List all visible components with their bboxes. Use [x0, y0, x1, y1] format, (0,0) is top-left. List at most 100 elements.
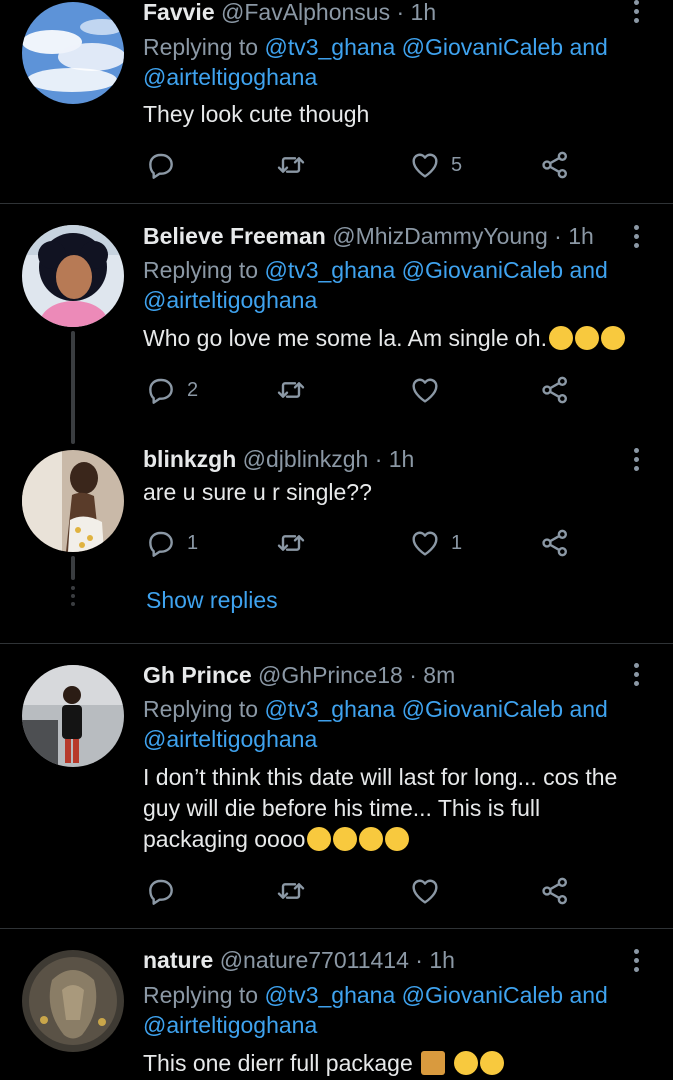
handle[interactable]: @FavAlphonsus — [221, 0, 390, 25]
timestamp[interactable]: · 8m — [409, 662, 455, 688]
tweet-text: Who go love me some la. Am single oh. — [143, 323, 653, 354]
avatar[interactable] — [22, 450, 124, 552]
reply-button[interactable] — [145, 145, 177, 185]
share-button[interactable] — [539, 871, 571, 911]
reply-button[interactable]: 1 — [145, 523, 198, 563]
like-button[interactable] — [409, 871, 441, 911]
like-count: 5 — [451, 153, 463, 176]
thread-line — [71, 556, 75, 580]
mention-link[interactable]: @GiovaniCaleb — [402, 34, 563, 60]
divider — [0, 203, 673, 204]
more-icon[interactable] — [626, 663, 646, 693]
handle[interactable]: @MhizDammyYoung — [332, 223, 548, 249]
retweet-button[interactable] — [275, 523, 307, 563]
divider — [0, 928, 673, 929]
rofl-emoji-icon — [359, 827, 384, 851]
display-name[interactable]: blinkzgh — [143, 446, 236, 472]
mention-link[interactable]: @GiovaniCaleb — [402, 982, 563, 1008]
rofl-emoji-icon — [307, 827, 332, 851]
like-count: 1 — [451, 531, 463, 554]
reply-count: 2 — [187, 378, 199, 401]
retweet-icon — [277, 157, 305, 173]
share-icon — [542, 529, 567, 557]
more-icon[interactable] — [626, 949, 646, 979]
joy-emoji-icon — [385, 827, 410, 851]
like-icon — [412, 378, 438, 403]
share-button[interactable] — [539, 523, 571, 563]
replying-to: Replying to @tv3_ghana @GiovaniCaleb and… — [143, 34, 608, 90]
thinking-emoji-icon — [548, 326, 573, 350]
tweet-text: This one dierr full package — [143, 1048, 653, 1079]
tweet-text: I don’t think this date will last for lo… — [143, 764, 618, 852]
timestamp[interactable]: · 1h — [397, 0, 437, 25]
timestamp[interactable]: · 1h — [554, 223, 594, 249]
tweet-header: blinkzgh @djblinkzgh · 1h — [143, 444, 414, 474]
reply-button[interactable] — [145, 871, 177, 911]
like-icon — [412, 531, 438, 556]
avatar[interactable] — [22, 665, 124, 767]
mention-link[interactable]: @tv3_ghana — [264, 34, 395, 60]
like-button[interactable]: 1 — [409, 523, 462, 563]
reply-icon — [149, 378, 173, 404]
replying-to: Replying to @tv3_ghana @GiovaniCaleb and… — [143, 257, 608, 313]
avatar[interactable] — [22, 225, 124, 327]
display-name[interactable]: Favvie — [143, 0, 215, 25]
retweet-button[interactable] — [275, 370, 307, 410]
share-icon — [542, 877, 567, 905]
replying-to: Replying to @tv3_ghana @GiovaniCaleb and… — [143, 696, 608, 752]
like-button[interactable] — [409, 370, 441, 410]
mention-link[interactable]: @GiovaniCaleb — [402, 696, 563, 722]
handle[interactable]: @djblinkzgh — [243, 446, 369, 472]
mention-link[interactable]: @GiovaniCaleb — [402, 257, 563, 283]
mention-link[interactable]: @airteltigoghana — [143, 726, 317, 752]
retweet-icon — [277, 535, 305, 551]
reply-icon — [149, 879, 173, 905]
reply-button[interactable]: 2 — [145, 370, 198, 410]
mention-link[interactable]: @tv3_ghana — [264, 982, 395, 1008]
display-name[interactable]: Gh Prince — [143, 662, 252, 688]
retweet-button[interactable] — [275, 871, 307, 911]
mention-link[interactable]: @airteltigoghana — [143, 1012, 317, 1038]
avatar[interactable] — [22, 950, 124, 1052]
retweet-button[interactable] — [275, 145, 307, 185]
display-name[interactable]: nature — [143, 947, 213, 973]
share-button[interactable] — [539, 145, 571, 185]
like-icon — [412, 879, 438, 904]
share-button[interactable] — [539, 370, 571, 410]
display-name[interactable]: Believe Freeman — [143, 223, 326, 249]
more-icon[interactable] — [626, 0, 646, 30]
tweet-header: Believe Freeman @MhizDammyYoung · 1h — [143, 221, 594, 251]
thread-dots — [71, 586, 75, 610]
reply-count: 1 — [187, 531, 199, 554]
handle[interactable]: @GhPrince18 — [258, 662, 403, 688]
mention-link[interactable]: @tv3_ghana — [264, 696, 395, 722]
package-emoji-icon — [421, 1051, 446, 1075]
retweet-icon — [277, 382, 305, 398]
thread-line — [71, 331, 75, 444]
heart-eyes-emoji-icon — [574, 326, 599, 350]
share-icon — [542, 151, 567, 179]
tweet-header: Gh Prince @GhPrince18 · 8m — [143, 660, 455, 690]
tweet-text: are u sure u r single?? — [143, 479, 372, 505]
timestamp[interactable]: · 1h — [415, 947, 455, 973]
joy-emoji-icon — [479, 1051, 504, 1075]
divider — [0, 643, 673, 644]
show-replies-link[interactable]: Show replies — [146, 587, 278, 614]
reply-icon — [149, 153, 173, 179]
mention-link[interactable]: @airteltigoghana — [143, 287, 317, 313]
like-button[interactable]: 5 — [409, 145, 462, 185]
joy-emoji-icon — [453, 1051, 478, 1075]
tweet-text: They look cute though — [143, 101, 370, 127]
more-icon[interactable] — [626, 448, 646, 478]
like-icon — [412, 153, 438, 178]
more-icon[interactable] — [626, 225, 646, 255]
avatar[interactable] — [22, 2, 124, 104]
mention-link[interactable]: @airteltigoghana — [143, 64, 317, 90]
timestamp[interactable]: · 1h — [375, 446, 415, 472]
tweet-header: nature @nature77011414 · 1h — [143, 945, 455, 975]
reply-icon — [149, 531, 173, 557]
retweet-icon — [277, 883, 305, 899]
replying-to: Replying to @tv3_ghana @GiovaniCaleb and… — [143, 982, 608, 1038]
handle[interactable]: @nature77011414 — [220, 947, 409, 973]
mention-link[interactable]: @tv3_ghana — [264, 257, 395, 283]
